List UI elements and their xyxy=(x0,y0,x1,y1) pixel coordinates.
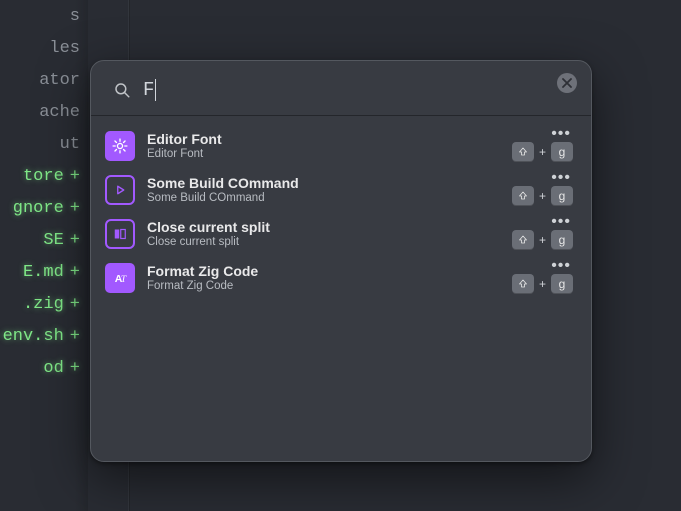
command-result-title: Close current split xyxy=(147,219,270,235)
kbd-plus: + xyxy=(539,189,546,203)
more-options-icon[interactable]: ••• xyxy=(549,262,573,270)
kbd-key: g xyxy=(551,274,573,294)
keyboard-shortcut: +g xyxy=(512,274,573,294)
command-result-labels: Format Zig CodeFormat Zig Code xyxy=(147,263,258,293)
close-icon xyxy=(562,78,572,88)
kbd-shift-icon xyxy=(512,186,534,206)
kbd-shift-icon xyxy=(512,274,534,294)
command-result-labels: Editor FontEditor Font xyxy=(147,131,222,161)
kbd-key: g xyxy=(551,230,573,250)
command-result-subtitle: Format Zig Code xyxy=(147,280,258,293)
command-result-right: •••+g xyxy=(512,218,573,250)
command-palette-result[interactable]: Close current splitClose current split ••… xyxy=(91,212,591,256)
split-box-icon xyxy=(105,219,135,249)
command-result-subtitle: Close current split xyxy=(147,236,270,249)
command-result-right: •••+g xyxy=(512,130,573,162)
kbd-shift-icon xyxy=(512,230,534,250)
command-palette-result[interactable]: Some Build COmmandSome Build COmmand•••+… xyxy=(91,168,591,212)
command-palette-results: Editor FontEditor Font•••+gSome Build CO… xyxy=(91,122,591,308)
search-icon xyxy=(113,81,131,99)
kbd-plus: + xyxy=(539,145,546,159)
command-palette-search-row: F xyxy=(91,61,591,115)
command-palette-backdrop: F Editor FontEditor Font•••+gSome Build … xyxy=(0,0,681,511)
keyboard-shortcut: +g xyxy=(512,142,573,162)
kbd-shift-icon xyxy=(512,142,534,162)
command-result-subtitle: Editor Font xyxy=(147,148,222,161)
search-query-text: F xyxy=(143,79,154,101)
kbd-plus: + xyxy=(539,277,546,291)
command-result-title: Some Build COmmand xyxy=(147,175,299,191)
kbd-plus: + xyxy=(539,233,546,247)
gear-icon xyxy=(105,131,135,161)
command-result-right: •••+g xyxy=(512,262,573,294)
command-palette-search-input[interactable]: F xyxy=(143,79,156,101)
typography-icon xyxy=(105,263,135,293)
command-palette-result[interactable]: Format Zig CodeFormat Zig Code•••+g xyxy=(91,256,591,300)
command-result-title: Format Zig Code xyxy=(147,263,258,279)
keyboard-shortcut: +g xyxy=(512,230,573,250)
command-result-right: •••+g xyxy=(512,174,573,206)
command-palette: F Editor FontEditor Font•••+gSome Build … xyxy=(90,60,592,462)
kbd-key: g xyxy=(551,186,573,206)
text-caret xyxy=(155,79,156,101)
command-palette-separator xyxy=(91,115,591,116)
command-result-labels: Close current splitClose current split xyxy=(147,219,270,249)
command-palette-result[interactable]: Editor FontEditor Font•••+g xyxy=(91,124,591,168)
more-options-icon[interactable]: ••• xyxy=(549,218,573,226)
close-button[interactable] xyxy=(557,73,577,93)
kbd-key: g xyxy=(551,142,573,162)
more-options-icon[interactable]: ••• xyxy=(549,130,573,138)
play-box-icon xyxy=(105,175,135,205)
command-result-labels: Some Build COmmandSome Build COmmand xyxy=(147,175,299,205)
more-options-icon[interactable]: ••• xyxy=(549,174,573,182)
command-result-title: Editor Font xyxy=(147,131,222,147)
command-result-subtitle: Some Build COmmand xyxy=(147,192,299,205)
keyboard-shortcut: +g xyxy=(512,186,573,206)
